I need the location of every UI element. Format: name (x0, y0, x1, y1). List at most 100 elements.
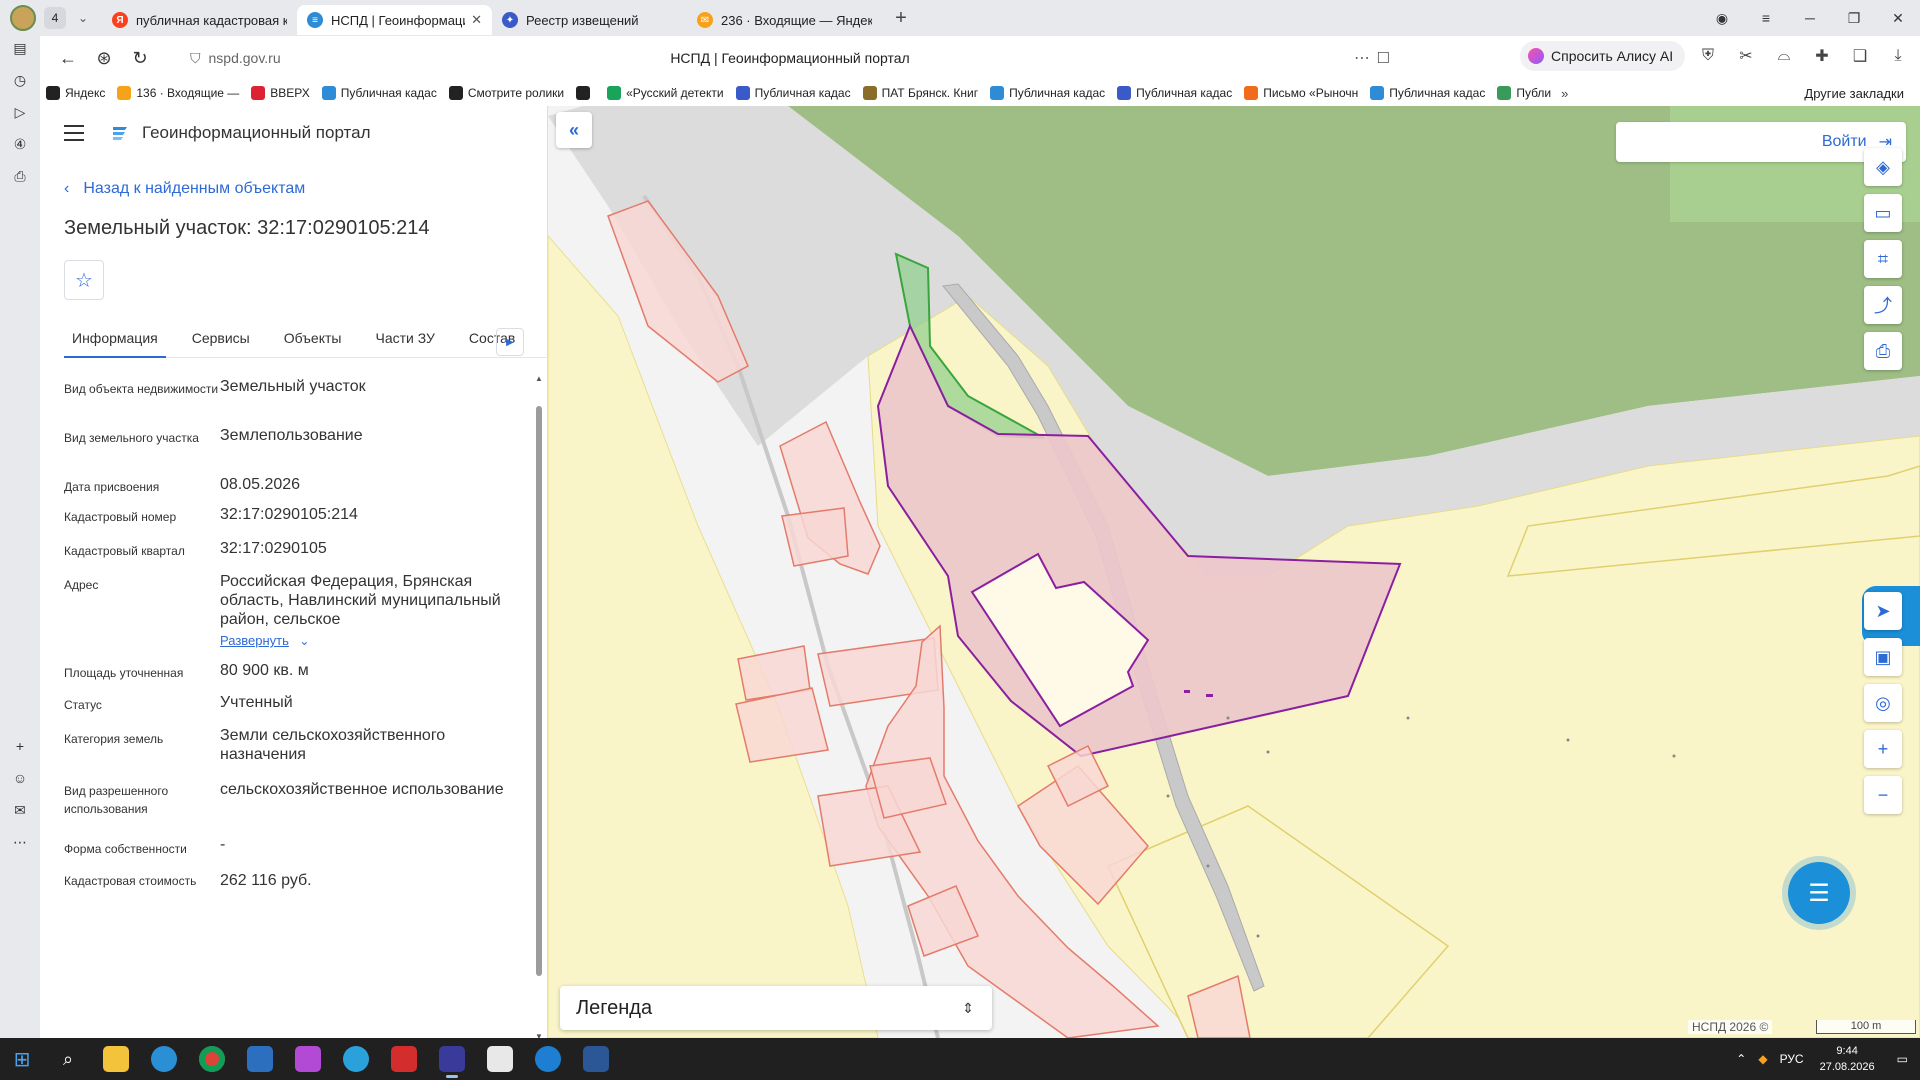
tab-list-chevron-icon[interactable]: ⌄ (72, 7, 94, 29)
shield-icon[interactable]: ⛉ (190, 50, 201, 67)
bookmark-item[interactable]: Письмо «Рыночн (1238, 82, 1364, 104)
extension-icon[interactable]: ✚ (1810, 44, 1834, 68)
mail-panel-icon[interactable]: ✉ (8, 798, 32, 822)
ask-alice-button[interactable]: Спросить Алису AI (1520, 41, 1686, 71)
more-bookmarks-chevron[interactable]: » (1561, 86, 1568, 101)
map-canvas[interactable] (548, 106, 1920, 1038)
select-area-icon[interactable]: ⌗ (1864, 240, 1902, 278)
app-icon[interactable] (476, 1038, 524, 1080)
close-window-icon[interactable]: ✕ (1876, 10, 1920, 27)
word-icon[interactable] (572, 1038, 620, 1080)
bookmark-item[interactable]: Публичная кадас (730, 82, 857, 104)
bookmark-item[interactable]: «Русский детекти (601, 82, 729, 104)
bookmark-item[interactable]: Яндекс (40, 82, 111, 104)
telegram-icon[interactable] (332, 1038, 380, 1080)
back-arrow-icon[interactable]: ← (50, 40, 86, 76)
minimize-icon[interactable]: ─ (1788, 10, 1832, 26)
login-button[interactable]: Войти ⇥ (1616, 122, 1906, 162)
bookmark-item[interactable]: ВВЕРХ (245, 82, 315, 104)
ruler-icon[interactable]: ▭ (1864, 194, 1902, 232)
windows-start-icon[interactable]: ⊞ (0, 1038, 44, 1080)
legend-panel[interactable]: Легенда ⇕ (560, 986, 992, 1030)
back-to-results-link[interactable]: ‹ Назад к найденным объектам (64, 180, 305, 198)
app-tray-icon[interactable]: ◆ (1758, 1052, 1767, 1066)
bookmark-item[interactable]: Публичная кадас (316, 82, 443, 104)
file-explorer-icon[interactable] (92, 1038, 140, 1080)
reload-icon[interactable]: ↻ (122, 40, 158, 76)
profile-icon[interactable]: ◉ (1700, 10, 1744, 27)
more-icon[interactable]: ⋯ (8, 830, 32, 854)
yandex-browser-icon[interactable] (428, 1038, 476, 1080)
print-icon[interactable]: ⎙ (1864, 332, 1902, 370)
more-dots-icon[interactable]: ⋯ (1354, 48, 1370, 68)
chevron-down-icon[interactable]: ⌄ (299, 634, 309, 648)
zoom-in-icon[interactable]: + (1864, 730, 1902, 768)
chrome-icon[interactable] (188, 1038, 236, 1080)
url-text[interactable]: nspd.gov.ru (209, 50, 281, 66)
collections-icon[interactable]: ▤ (8, 36, 32, 60)
panel-scrollbar[interactable]: ▲ ▼ (535, 374, 543, 1038)
language-indicator[interactable]: РУС (1780, 1052, 1804, 1066)
collapse-panel-button[interactable]: « (556, 112, 592, 148)
chat-bubble-icon[interactable]: ☰ (1788, 862, 1850, 924)
new-tab-button[interactable]: + (888, 5, 914, 31)
menu-icon[interactable]: ≡ (1744, 10, 1788, 26)
notifications-icon[interactable]: ▭ (1897, 1052, 1908, 1066)
tab-services[interactable]: Сервисы (184, 318, 258, 357)
restore-icon[interactable]: ❐ (1832, 10, 1876, 27)
expand-address-link[interactable]: Развернуть (220, 633, 289, 648)
profile-avatar[interactable] (10, 5, 36, 31)
scrollbar-thumb[interactable] (536, 406, 542, 976)
bookmark-icon[interactable]: ☐ (1377, 49, 1390, 67)
ie-icon[interactable] (524, 1038, 572, 1080)
scroll-up-icon[interactable]: ▲ (535, 374, 543, 383)
app-icon[interactable] (380, 1038, 428, 1080)
play-icon[interactable]: ▷ (8, 100, 32, 124)
tab-count-badge[interactable]: 4 (44, 7, 66, 29)
tab-information[interactable]: Информация (64, 318, 166, 358)
browser-tab-active[interactable]: ≡ НСПД | Геоинформаци ✕ (297, 5, 492, 35)
emoji-icon[interactable]: ☺ (8, 766, 32, 790)
bookmark-item[interactable]: 136 · Входящие — (111, 82, 245, 104)
download-icon[interactable]: ⤓ (1886, 44, 1910, 68)
protect-icon[interactable]: ⛨ (1696, 44, 1720, 68)
cadastral-map[interactable]: « Войти ⇥ ◈ ▭ ⌗ ⤴ ⎙ ✎ ➤ ▣ ◎ + − ☰ Легенд… (548, 106, 1920, 1038)
other-bookmarks[interactable]: Другие закладки (1804, 86, 1904, 101)
minimap-icon[interactable]: ▣ (1864, 638, 1902, 676)
bookmark-item[interactable]: Публичная кадас (984, 82, 1111, 104)
portal-brand[interactable]: Геоинформационный портал (142, 123, 371, 143)
bookmark-item[interactable]: Публи (1491, 82, 1557, 104)
hat-icon[interactable]: ⌓ (1772, 44, 1796, 68)
bookmark-item[interactable]: ПАТ Брянск. Книг (857, 82, 985, 104)
add-panel-icon[interactable]: + (8, 734, 32, 758)
counter-icon[interactable]: ④ (8, 132, 32, 156)
zoom-out-icon[interactable]: − (1864, 776, 1902, 814)
url-field[interactable]: ⛉ nspd.gov.ru НСПД | Геоинформационный п… (190, 43, 1390, 73)
tab-objects[interactable]: Объекты (276, 318, 350, 357)
bookmark-item[interactable]: Публичная кадас (1364, 82, 1491, 104)
search-icon[interactable]: ⌕ (44, 1038, 92, 1080)
edge-icon[interactable] (140, 1038, 188, 1080)
history-icon[interactable]: ◷ (8, 68, 32, 92)
browser-tab[interactable]: ✉ 236 · Входящие — Яндекс (687, 5, 882, 35)
reader-icon[interactable]: ❑ (1848, 44, 1872, 68)
app-icon[interactable] (284, 1038, 332, 1080)
layers-icon[interactable]: ◈ (1864, 148, 1902, 186)
expand-legend-icon[interactable]: ⇕ (962, 1000, 974, 1017)
geolocation-icon[interactable]: ➤ (1864, 592, 1902, 630)
chevron-up-icon[interactable]: ⌃ (1736, 1052, 1746, 1066)
yandex-protect-icon[interactable]: ⊛ (86, 40, 122, 76)
bookmark-item[interactable]: Смотрите ролики (443, 82, 570, 104)
browser-tab[interactable]: ✦ Реестр извещений (492, 5, 687, 35)
tab-parts[interactable]: Части ЗУ (367, 318, 442, 357)
tools-icon[interactable]: ✂ (1734, 44, 1758, 68)
bookmark-item[interactable] (570, 82, 601, 104)
bookmark-item[interactable]: Публичная кадас (1111, 82, 1238, 104)
share-icon[interactable]: ⤴ (1864, 286, 1902, 324)
screenshot-icon[interactable]: ⎙ (8, 164, 32, 188)
tabs-next-arrow-icon[interactable]: ▶ (496, 328, 524, 356)
clock[interactable]: 9:44 27.08.2026 (1820, 1043, 1875, 1075)
app-icon[interactable] (236, 1038, 284, 1080)
close-tab-icon[interactable]: ✕ (471, 12, 482, 28)
favorite-star-button[interactable]: ☆ (64, 260, 104, 300)
